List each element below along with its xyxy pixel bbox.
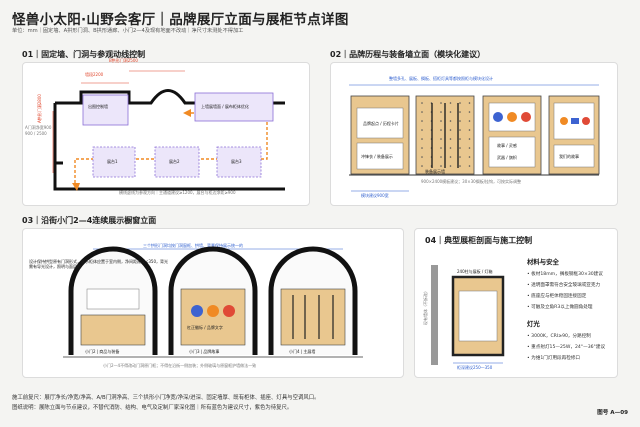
- section3-caption: 小门2—4不得改动门洞原门框；不得在沿街一侧加装；外侧玻璃与原窗框护墙做法一致: [103, 363, 257, 368]
- box-label-stand-2: 展台2: [169, 159, 180, 164]
- center-card-label: 杠正徽标 / 品牌文字: [187, 325, 223, 330]
- dim-width-label: 墙段2200: [85, 72, 104, 77]
- panel-label-history: 品牌起点 / 历程卡片: [363, 121, 399, 126]
- blue-dot-icon: [493, 112, 503, 122]
- material-item-3: • 底座应与柜体稳固连接固定: [527, 294, 587, 299]
- cabinet-section-drawing: [431, 265, 505, 365]
- page-subtitle: 单位：mm｜固定墙、A拱形门洞、B拱形通廊、小门2—4及现有地面不改动｜净尺寸未…: [12, 28, 244, 34]
- module-width-label: 模块建议900宽: [361, 193, 389, 198]
- cabinet-depth-label: 柜深建议250—350: [457, 365, 493, 370]
- existing-wall: [431, 265, 438, 365]
- section1-panel: B拱形门洞2500 墙段2200 A拱形门洞2800 A门洞净宽900 900 …: [22, 58, 310, 206]
- box-label-display: 上墙展墙面 / 展布柜体优化: [201, 104, 249, 109]
- light-item-1: • 3000K，CRI≥90，分路控制: [527, 334, 591, 339]
- orange-dot-icon: [507, 112, 517, 122]
- panel-label-story: 故事 / 灵感: [497, 143, 517, 148]
- section3-panel: 三个拱形门洞均按门洞窗框、拱墙、背景保持展示统一的 设计保持拱型原有门洞形式，展…: [22, 228, 404, 378]
- light-item-2: • 重点射灯15—25W，24°—36°建议: [527, 345, 606, 350]
- footer-note-2: 图纸说明：展陈立面与节点建议，不替代消防、结构、电气及定制厂家深化图｜所有蓝色为…: [12, 405, 293, 411]
- footer-note-1: 施工前复尺：展厅净长/净宽/净高、A/B门洞净高、三个拱形小门净宽/净深/进深、…: [12, 395, 320, 401]
- section1-caption: 横线虚线为参观方向｜主通道建议≥1200，展台与柜边净距≥900: [119, 190, 236, 195]
- section2-panel: 整墙多孔、展板、搁板、搭柜灯具等都按照柜与模块化设计 品牌起点 / 历程卡片 冲…: [330, 62, 618, 206]
- section3-side-note: 设计保持拱型原有门洞形式，展示柜体应置于室内侧，净间距建议<350，背光需有导光…: [29, 259, 168, 269]
- sheet-number: 图号 A—09: [597, 410, 628, 416]
- flow-arrow-icon: [183, 109, 191, 117]
- section2-side-note: 900×2400模板建议；30×30搁板/挂钩，可按实际调整: [421, 179, 522, 184]
- box-label-control: 出图控制墙: [88, 104, 108, 109]
- material-item-1: • 板材18mm，搁板钢框30×30建议: [527, 272, 603, 277]
- material-item-4: • 可触及立角R3以上做圆角处理: [527, 305, 593, 310]
- dim-opening-label: B拱形门洞2500: [109, 58, 138, 63]
- door-label-4: 小门4 | 主展墙: [289, 349, 316, 354]
- section2-title: 02｜品牌历程与装备墙立面（模块化建议）: [330, 50, 486, 59]
- lighting-title: 灯光: [527, 320, 540, 328]
- dim-height-label: A拱形门洞2800: [37, 94, 42, 123]
- box-label-stand-1: 展台1: [107, 159, 118, 164]
- panel-label-gear: 冲锋衣 / 装备展示: [361, 154, 393, 159]
- box-label-stand-3: 展台3: [231, 159, 242, 164]
- page-title: 怪兽小太阳·山野会客厅｜品牌展厅立面与展柜节点详图: [12, 12, 349, 28]
- material-item-2: • 透明面罩需符合安全玻璃或亚克力: [527, 283, 601, 288]
- left-door-label: A门洞净宽900 900 / 2500: [25, 125, 52, 136]
- light-item-3: • 为维1门灯用段再检修口: [527, 356, 581, 361]
- footer-notes: 施工前复尺：展厅净长/净宽/净高、A/B门洞净高、三个拱形小门净宽/净深/进深、…: [12, 393, 320, 413]
- box-control-wall: [82, 94, 129, 126]
- materials-title: 材料与安全: [527, 258, 559, 266]
- floorplan-drawing: [52, 70, 285, 191]
- panel-label-weapons: 武器 / 旗帜: [497, 155, 517, 160]
- red-dot-icon: [521, 112, 531, 122]
- door-label-3: 小门3 | 品牌故事: [189, 349, 220, 354]
- section3-title: 03｜沿街小门2—4连续展示橱窗立面: [22, 216, 157, 225]
- section4-top-note: 240柱与展板 / 灯箱: [457, 269, 493, 274]
- panel-label-our-story: 我们的故事: [559, 154, 579, 159]
- door-label-2: 小门2 | 商品与装备: [85, 349, 120, 354]
- section4-panel: 04｜典型展柜剖面与施工控制 240柱与展板 / 灯箱 现有墙体（不拆改） 柜深…: [414, 228, 618, 378]
- existing-wall-label: 现有墙体（不拆改）: [423, 289, 428, 325]
- panel-label-pegboard: 装备展示墙: [425, 169, 445, 174]
